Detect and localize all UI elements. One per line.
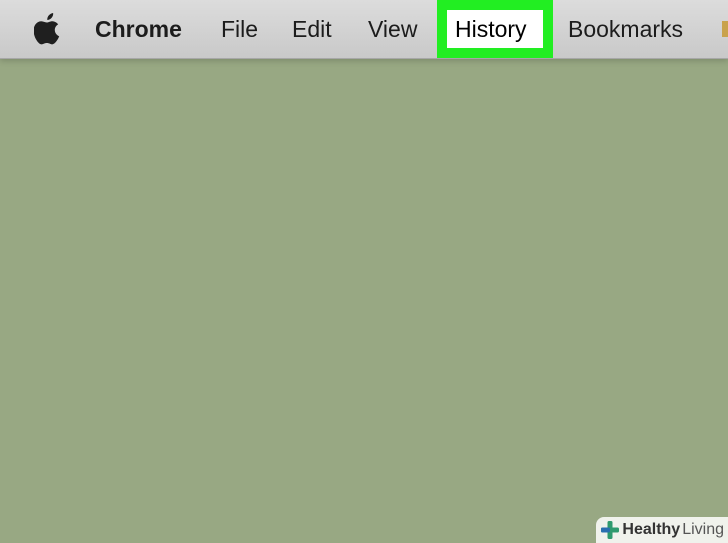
plus-icon [601, 521, 620, 539]
menu-edit[interactable]: Edit [292, 0, 332, 58]
menu-file[interactable]: File [221, 0, 258, 58]
menu-item-cutoff[interactable] [722, 21, 728, 37]
watermark-text-light: Living [682, 521, 724, 538]
menu-view[interactable]: View [368, 0, 417, 58]
menu-bar: Chrome File Edit View History Bookmarks [0, 0, 728, 59]
menu-history[interactable]: History [455, 0, 527, 58]
watermark-text-bold: Healthy [622, 521, 681, 538]
apple-logo-icon[interactable] [34, 13, 62, 45]
menu-bookmarks[interactable]: Bookmarks [568, 0, 683, 58]
watermark: Healthy Living [596, 517, 728, 543]
menu-chrome[interactable]: Chrome [95, 0, 182, 58]
